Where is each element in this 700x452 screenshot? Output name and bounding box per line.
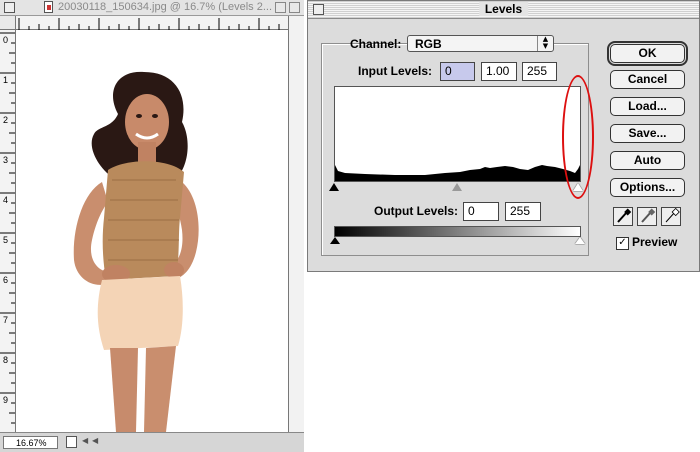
ruler-mark: 4 xyxy=(3,195,9,205)
photo-of-woman xyxy=(73,71,199,432)
dialog-title: Levels xyxy=(478,2,529,16)
popup-arrows-icon: ▲ ▼ xyxy=(537,36,553,51)
save-button[interactable]: Save... xyxy=(610,124,685,143)
ruler-origin[interactable] xyxy=(0,16,16,30)
document-window: 20030118_150634.jpg @ 16.7% (Levels 2... xyxy=(0,0,304,452)
output-black-slider[interactable] xyxy=(330,237,340,244)
black-eyedropper-icon[interactable] xyxy=(613,207,633,226)
output-white-field[interactable]: 255 xyxy=(505,202,541,221)
scroll-left-alt-icon[interactable]: ◀ xyxy=(92,436,98,445)
close-icon[interactable] xyxy=(313,4,324,15)
options-button[interactable]: Options... xyxy=(610,178,685,197)
histogram xyxy=(334,86,581,182)
channel-select[interactable]: RGB ▲ ▼ xyxy=(407,35,554,52)
ruler-mark: 2 xyxy=(3,115,9,125)
preview-label: Preview xyxy=(632,235,678,249)
ruler-mark: 0 xyxy=(3,35,9,45)
load-button[interactable]: Load... xyxy=(610,97,685,116)
black-point-slider[interactable] xyxy=(329,183,339,191)
input-white-field[interactable]: 255 xyxy=(522,62,557,81)
collapse-box-icon[interactable] xyxy=(289,2,300,13)
input-gamma-field[interactable]: 1.00 xyxy=(481,62,517,81)
image-canvas[interactable] xyxy=(16,30,288,432)
annotation-ellipse xyxy=(562,75,594,199)
levels-titlebar[interactable]: Levels xyxy=(308,1,699,19)
ruler-mark: 5 xyxy=(3,235,9,245)
ruler-mark: 3 xyxy=(3,155,9,165)
ok-button[interactable]: OK xyxy=(607,41,688,66)
output-black-field[interactable]: 0 xyxy=(463,202,499,221)
zoom-level-field[interactable]: 16.67% xyxy=(3,436,58,449)
channel-label: Channel: xyxy=(350,37,402,51)
file-icon xyxy=(44,1,53,13)
ruler-mark: 1 xyxy=(3,75,9,85)
ruler-mark: 6 xyxy=(3,275,9,285)
white-eyedropper-icon[interactable] xyxy=(661,207,681,226)
input-black-field[interactable]: 0 xyxy=(440,62,475,81)
output-gradient xyxy=(334,226,581,237)
ruler-mark: 9 xyxy=(3,395,9,405)
gamma-slider[interactable] xyxy=(452,183,462,191)
vertical-ruler: 0 1 2 3 4 5 6 7 8 9 xyxy=(0,30,16,432)
zoom-box-icon[interactable] xyxy=(275,2,286,13)
input-levels-label: Input Levels: xyxy=(358,64,433,78)
output-levels-label: Output Levels: xyxy=(374,204,459,218)
document-titlebar[interactable]: 20030118_150634.jpg @ 16.7% (Levels 2... xyxy=(0,0,304,16)
close-icon[interactable] xyxy=(4,2,15,13)
preview-checkbox[interactable]: ✓ xyxy=(616,237,629,250)
ruler-mark: 8 xyxy=(3,355,9,365)
status-bar: 16.67% ◀ ◀ xyxy=(0,432,304,452)
auto-button[interactable]: Auto xyxy=(610,151,685,170)
ruler-mark: 7 xyxy=(3,315,9,325)
input-slider[interactable] xyxy=(329,183,583,195)
output-white-slider[interactable] xyxy=(575,237,585,244)
channel-value: RGB xyxy=(415,37,442,51)
page-icon[interactable] xyxy=(66,436,77,448)
horizontal-ruler xyxy=(16,16,288,30)
scroll-left-icon[interactable]: ◀ xyxy=(82,436,88,445)
document-title: 20030118_150634.jpg @ 16.7% (Levels 2... xyxy=(58,1,273,13)
gray-eyedropper-icon[interactable] xyxy=(637,207,657,226)
vertical-scrollbar[interactable] xyxy=(288,16,304,432)
cancel-button[interactable]: Cancel xyxy=(610,70,685,89)
